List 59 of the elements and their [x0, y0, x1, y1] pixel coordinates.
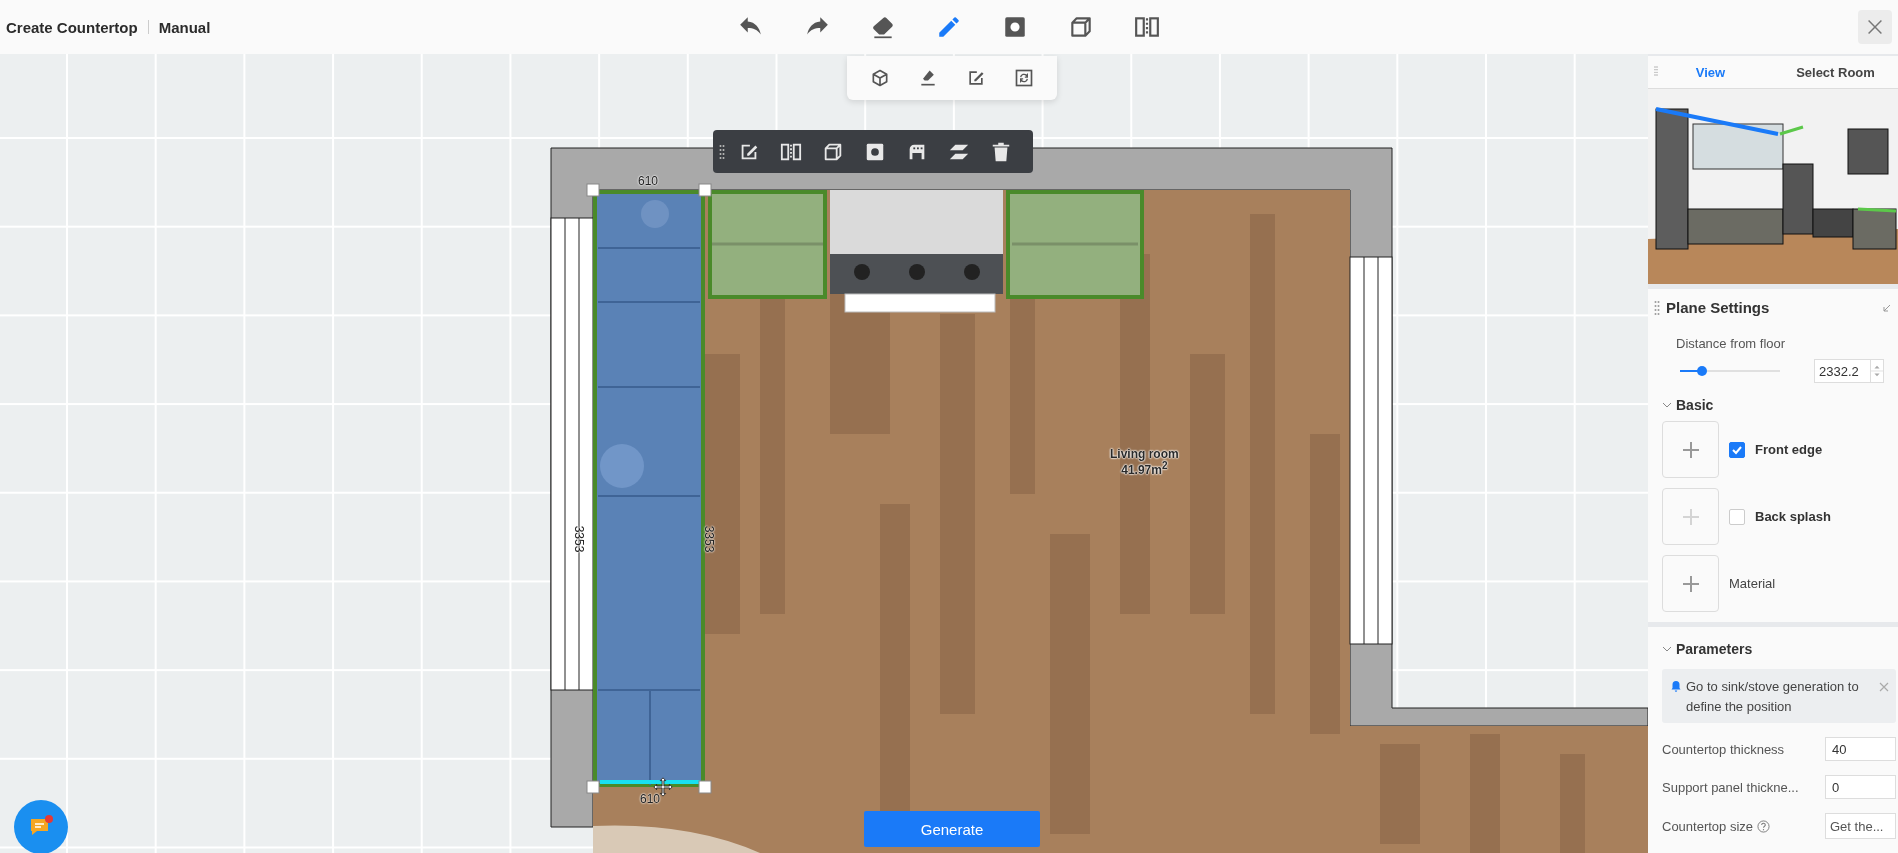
tab[interactable]: Select Room — [1773, 56, 1898, 88]
resize-handle[interactable] — [586, 780, 600, 794]
plus-icon — [1680, 439, 1701, 460]
number-field[interactable]: 2332.2 — [1814, 359, 1870, 383]
panel-title: Plane Settings — [1666, 299, 1771, 316]
chat-button[interactable] — [14, 800, 68, 853]
split-panels-icon — [1134, 14, 1160, 40]
dimension-label: 3353 — [702, 525, 717, 553]
get-size-button[interactable]: Get the... — [1825, 813, 1896, 839]
refresh-square-icon — [1014, 68, 1034, 88]
section-title: Parameters — [1676, 641, 1753, 657]
collapse-icon[interactable] — [1882, 302, 1892, 313]
pencil-icon — [936, 14, 962, 40]
close-button[interactable] — [1858, 10, 1892, 44]
mode-label: Manual — [158, 18, 211, 36]
number-field[interactable]: 40 — [1825, 737, 1896, 761]
add-tile[interactable] — [1662, 421, 1719, 478]
section-title: Basic — [1676, 397, 1714, 413]
drag-handle-icon[interactable] — [1654, 65, 1658, 77]
field-label: Support panel thickne... — [1662, 779, 1799, 795]
plus-icon — [1680, 506, 1701, 527]
room-area: 41.97m$^{2}$ — [1121, 460, 1168, 477]
dimension-label: 3353 — [572, 525, 587, 553]
resize-handle[interactable] — [698, 183, 712, 197]
plus-icon — [1680, 573, 1701, 594]
close-icon — [1878, 681, 1890, 693]
tab[interactable]: View — [1648, 56, 1773, 88]
help-icon[interactable] — [1757, 819, 1771, 833]
distance-slider[interactable] — [1680, 366, 1780, 376]
cube-icon — [1068, 14, 1094, 40]
page-title: Create Countertop — [6, 18, 138, 36]
slider-thumb[interactable] — [1697, 366, 1707, 376]
dot-square-icon — [1002, 14, 1028, 40]
room-name: Living room — [1110, 448, 1179, 461]
field-label: Countertop size — [1662, 818, 1754, 834]
eraser-icon — [870, 14, 896, 40]
cube-icon — [870, 68, 890, 88]
drag-handle-icon[interactable] — [1654, 300, 1660, 315]
option-label: Material — [1729, 576, 1776, 591]
generate-button[interactable]: Generate — [864, 811, 1040, 847]
bell-icon — [1670, 680, 1682, 692]
field-label: Countertop thickness — [1662, 741, 1785, 757]
dismiss-button[interactable] — [1878, 681, 1890, 693]
option-label: Front edge — [1755, 442, 1823, 457]
resize-handle[interactable] — [698, 780, 712, 794]
number-field[interactable]: 0 — [1825, 775, 1896, 799]
add-tile[interactable] — [1662, 555, 1719, 612]
resize-handle[interactable] — [586, 183, 600, 197]
dimension-label: 610 — [638, 174, 659, 188]
chevron-icon[interactable] — [1662, 644, 1672, 654]
field-label: Distance from floor — [1675, 335, 1787, 351]
checkbox[interactable] — [1729, 441, 1745, 458]
dimension-label: 610 — [640, 792, 661, 806]
option-label: Back splash — [1755, 509, 1831, 524]
trash-icon — [990, 140, 1012, 163]
chevron-icon[interactable] — [1662, 400, 1672, 410]
notice-text: Go to sink/stove generation to define the position — [1686, 678, 1860, 716]
drag-handle-icon[interactable] — [719, 144, 725, 159]
eraser-icon — [918, 68, 938, 88]
